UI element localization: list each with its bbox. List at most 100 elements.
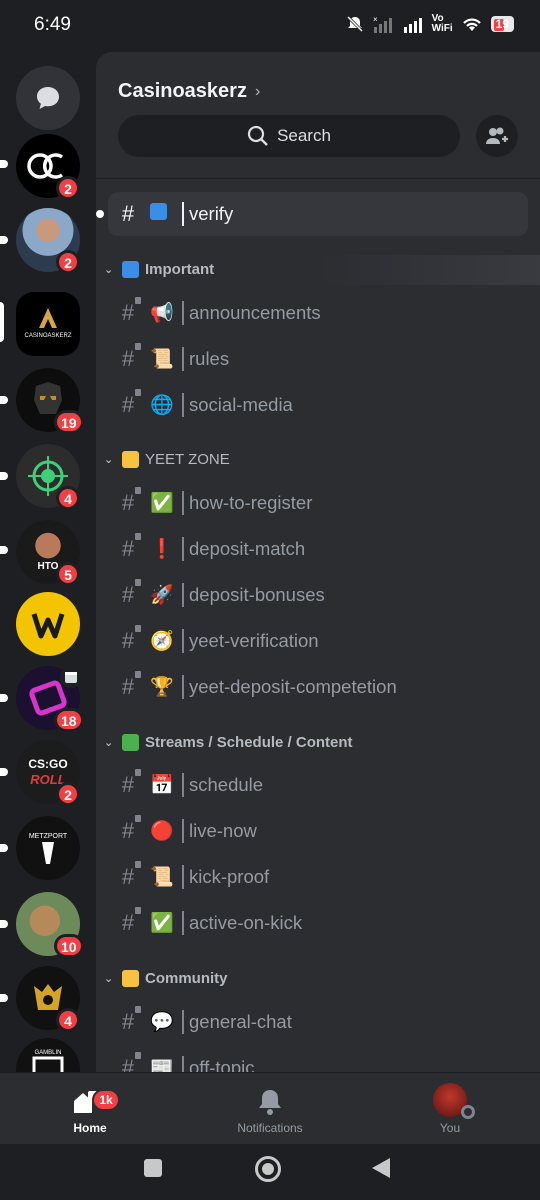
- separator: [182, 347, 184, 371]
- system-nav-bar: [0, 1144, 540, 1200]
- search-label: Search: [277, 126, 331, 145]
- channel-name: off-topic: [189, 1057, 255, 1072]
- category-streams[interactable]: ⌄ Streams / Schedule / Content: [104, 730, 353, 754]
- server-badge: 4: [56, 486, 80, 510]
- recents-button[interactable]: [144, 1159, 162, 1177]
- locked-channel-icon: #: [108, 671, 148, 700]
- channel-how-to-register[interactable]: # ✅ how-to-register: [108, 481, 528, 525]
- server-header[interactable]: Casinoaskerz ›: [118, 80, 260, 103]
- tab-label: Home: [73, 1121, 107, 1135]
- server-icon-dog[interactable]: 10: [16, 892, 84, 958]
- locked-channel-icon: #: [108, 1006, 148, 1035]
- back-button[interactable]: [372, 1158, 390, 1178]
- direct-messages-button[interactable]: [16, 66, 80, 130]
- category-fade: [320, 255, 540, 285]
- category-yeet-zone[interactable]: ⌄ YEET ZONE: [104, 447, 230, 471]
- metzport-logo-icon: METZPORT: [29, 833, 68, 864]
- unread-indicator: [0, 920, 8, 928]
- home-system-button[interactable]: [255, 1156, 281, 1182]
- server-icon-csgo-roll[interactable]: CS:GO ROLL 2: [16, 740, 80, 806]
- channel-emoji: 🏆: [150, 677, 174, 698]
- separator: [182, 491, 184, 515]
- channel-off-topic[interactable]: # 📰 off-topic: [108, 1046, 528, 1072]
- separator: [182, 202, 184, 226]
- server-icon-avatar-man[interactable]: 2: [16, 208, 80, 274]
- server-icon-gamblin-hub[interactable]: GAMBLIN: [16, 1038, 80, 1072]
- channel-schedule[interactable]: # 📅 schedule: [108, 763, 528, 807]
- locked-channel-icon: #: [108, 907, 148, 936]
- server-badge: 2: [56, 782, 80, 806]
- tab-notifications[interactable]: Notifications: [210, 1083, 330, 1135]
- status-bar: 6:49 × Vo WiFi 19: [0, 0, 540, 52]
- channel-kick-proof[interactable]: # 📜 kick-proof: [108, 855, 528, 899]
- channel-announcements[interactable]: # 📢 announcements: [108, 291, 528, 335]
- tab-home[interactable]: 1k Home: [30, 1083, 150, 1135]
- channel-emoji: 🚀: [150, 585, 174, 606]
- server-name: Casinoaskerz: [118, 80, 247, 102]
- locked-channel-icon: #: [108, 389, 148, 418]
- svg-text:METZPORT: METZPORT: [29, 833, 68, 840]
- server-icon-casinoaskerz[interactable]: CASINOASKERZ: [16, 292, 80, 356]
- blue-square-icon: [150, 202, 180, 226]
- channel-yeet-verification[interactable]: # 🧭 yeet-verification: [108, 619, 528, 663]
- vowifi-label: Vo WiFi: [431, 13, 453, 34]
- separator: [182, 1010, 184, 1034]
- channel-emoji: ❗: [150, 539, 174, 560]
- search-icon: [247, 125, 268, 146]
- locked-channel-icon: #: [108, 579, 148, 608]
- locked-channel-icon: #: [108, 533, 148, 562]
- channel-verify[interactable]: # verify: [96, 192, 528, 236]
- channel-emoji: ✅: [150, 913, 174, 934]
- channel-rules[interactable]: # 📜 rules: [108, 337, 528, 381]
- server-badge: 19: [54, 410, 84, 434]
- yellow-square-icon: [122, 969, 139, 987]
- server-icon-target[interactable]: 4: [16, 444, 80, 510]
- channel-name: announcements: [189, 302, 321, 323]
- status-indicator: [461, 1105, 475, 1119]
- chevron-right-icon: ›: [254, 82, 261, 100]
- bottom-nav: 1k Home Notifications You: [0, 1072, 540, 1144]
- chevron-down-icon: ⌄: [104, 736, 114, 749]
- unread-indicator: [0, 546, 8, 554]
- separator: [182, 537, 184, 561]
- server-icon-w[interactable]: [16, 592, 80, 656]
- invite-members-button[interactable]: [476, 115, 518, 157]
- tab-label: Notifications: [237, 1121, 303, 1135]
- server-icon-ac[interactable]: 2: [16, 134, 80, 200]
- category-community[interactable]: ⌄ Community: [104, 966, 228, 990]
- channel-deposit-match[interactable]: # ❗ deposit-match: [108, 527, 528, 571]
- channel-name: how-to-register: [189, 492, 313, 513]
- server-icon-gold-crest[interactable]: 4: [16, 966, 80, 1032]
- unread-indicator: [0, 396, 8, 404]
- channel-active-on-kick[interactable]: # ✅ active-on-kick: [108, 901, 528, 945]
- channel-yeet-deposit-competetion[interactable]: # 🏆 yeet-deposit-competetion: [108, 665, 528, 709]
- separator: [182, 629, 184, 653]
- separator: [182, 865, 184, 889]
- channel-name: verify: [189, 203, 234, 224]
- category-important[interactable]: ⌄ Important: [104, 257, 214, 281]
- channel-live-now[interactable]: # 🔴 live-now: [108, 809, 528, 853]
- server-icon-metzport[interactable]: METZPORT: [16, 816, 80, 880]
- chevron-down-icon: ⌄: [104, 263, 114, 276]
- search-button[interactable]: Search: [118, 115, 460, 157]
- separator: [182, 773, 184, 797]
- channel-deposit-bonuses[interactable]: # 🚀 deposit-bonuses: [108, 573, 528, 617]
- server-icon-hto[interactable]: HTO 5: [16, 520, 80, 586]
- channel-name: rules: [189, 348, 230, 369]
- svg-text:×: ×: [373, 15, 378, 24]
- wifi-icon: [462, 18, 481, 31]
- selected-server-indicator: [0, 302, 4, 342]
- server-icon-purple[interactable]: 18: [16, 666, 84, 732]
- divider: [96, 178, 540, 179]
- unread-indicator: [0, 994, 8, 1002]
- channel-general-chat[interactable]: # 💬 general-chat: [108, 1000, 528, 1044]
- unread-indicator: [96, 210, 104, 218]
- svg-text:CS:GO: CS:GO: [28, 757, 67, 771]
- unread-indicator: [0, 694, 8, 702]
- yellow-square-icon: [122, 450, 139, 468]
- server-icon-panther[interactable]: 19: [16, 368, 84, 434]
- channel-social-media[interactable]: # 🌐 social-media: [108, 383, 528, 427]
- channel-name: social-media: [189, 394, 293, 415]
- unread-indicator: [0, 160, 8, 168]
- tab-you[interactable]: You: [390, 1083, 510, 1135]
